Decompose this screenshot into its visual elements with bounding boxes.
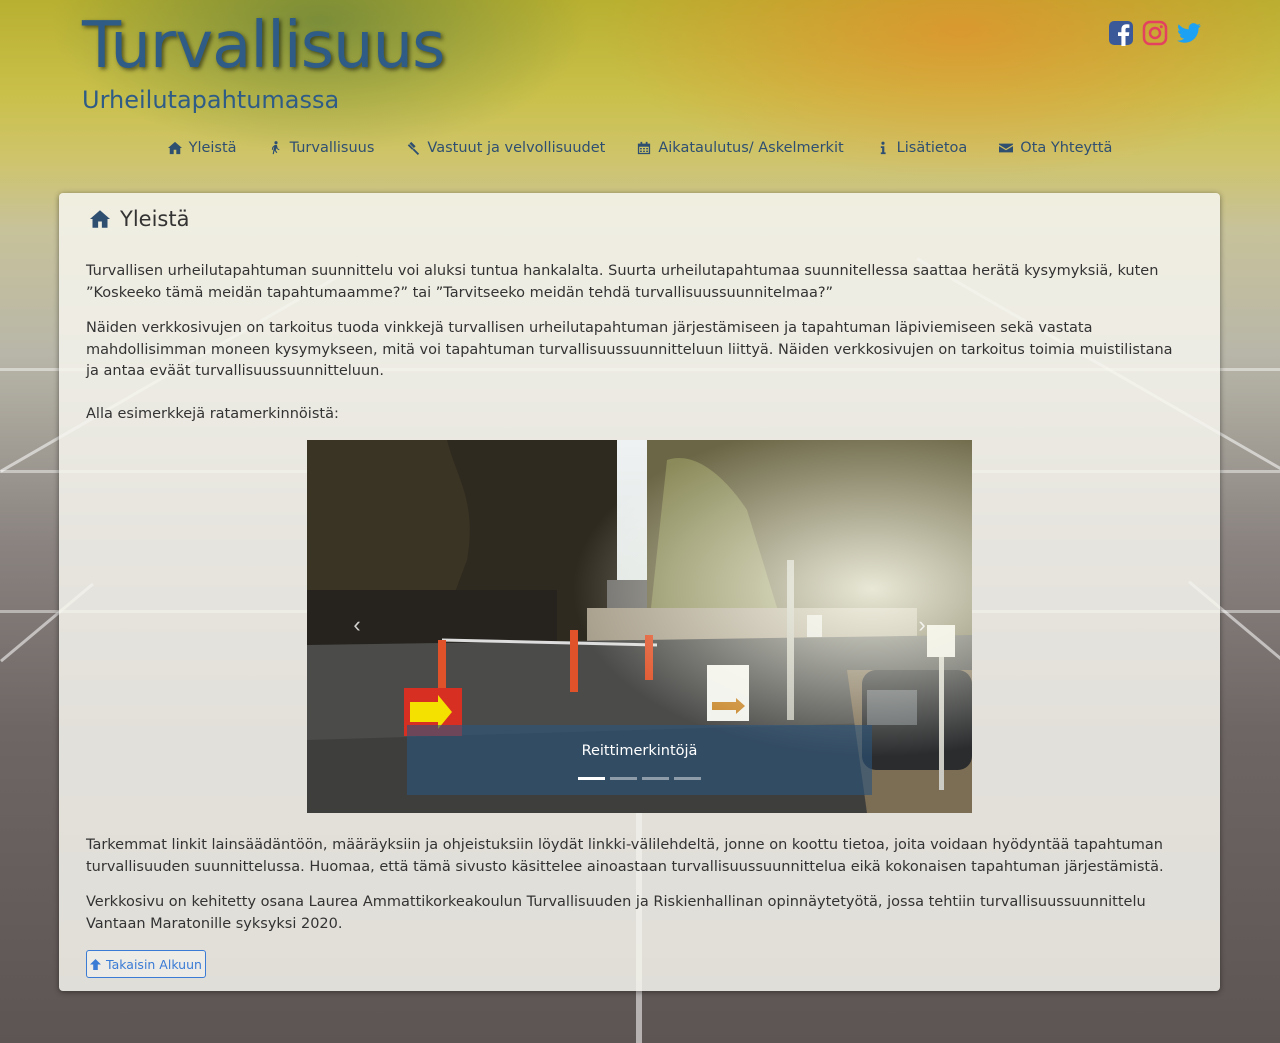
- nav-item-label: Turvallisuus: [289, 140, 375, 156]
- image-carousel[interactable]: ‹ › Reittimerkintöjä: [307, 440, 972, 813]
- intro-paragraph: Turvallisen urheilutapahtuman suunnittel…: [86, 263, 1159, 301]
- site-subtitle: Urheilutapahtumassa: [82, 86, 340, 114]
- gavel-icon: [408, 141, 420, 155]
- back-to-top-label: Takaisin Alkuun: [106, 956, 202, 972]
- arrow-up-icon: [90, 958, 102, 970]
- carousel-prev-control[interactable]: ‹: [342, 610, 372, 640]
- carousel-indicator[interactable]: [578, 777, 605, 780]
- carousel-indicators: [407, 777, 872, 780]
- nav-item-label: Vastuut ja velvollisuudet: [427, 140, 606, 156]
- info-icon: [880, 141, 886, 155]
- nav-item-ota-yhteytta[interactable]: Ota Yhteyttä: [999, 140, 1112, 156]
- nav-item-label: Aikataulutus/ Askelmerkit: [658, 140, 844, 156]
- envelope-icon: [999, 143, 1014, 153]
- home-icon: [90, 210, 110, 228]
- thesis-paragraph: Verkkosivu on kehitetty osana Laurea Amm…: [86, 894, 1146, 932]
- carousel-next-control[interactable]: ›: [907, 610, 937, 640]
- page-title: Yleistä: [120, 207, 190, 231]
- panel-heading: Yleistä: [90, 207, 189, 231]
- nav-item-aikataulutus[interactable]: Aikataulutus/ Askelmerkit: [637, 140, 844, 156]
- carousel-caption-text: Reittimerkintöjä: [581, 743, 698, 759]
- carousel-indicator[interactable]: [610, 777, 637, 780]
- content-panel: Yleistä Turvallisen urheilutapahtuman su…: [59, 193, 1220, 991]
- walking-person-icon: [271, 141, 280, 155]
- twitter-icon[interactable]: [1176, 20, 1202, 46]
- facebook-icon[interactable]: [1108, 20, 1134, 46]
- main-nav: Yleistä Turvallisuus Vastuut ja velvolli…: [0, 140, 1280, 156]
- carousel-indicator[interactable]: [674, 777, 701, 780]
- home-icon: [167, 141, 182, 155]
- social-links: [1108, 20, 1202, 46]
- examples-label: Alla esimerkkejä ratamerkinnöistä:: [86, 406, 339, 422]
- links-paragraph: Tarkemmat linkit lainsäädäntöön, määräyk…: [86, 837, 1164, 875]
- nav-item-vastuut[interactable]: Vastuut ja velvollisuudet: [406, 140, 605, 156]
- carousel-indicator[interactable]: [642, 777, 669, 780]
- nav-item-turvallisuus[interactable]: Turvallisuus: [269, 140, 375, 156]
- site-title[interactable]: Turvallisuus: [82, 6, 445, 86]
- nav-item-yleista[interactable]: Yleistä: [167, 140, 237, 156]
- site-header: Turvallisuus Urheilutapahtumassa Yleistä…: [0, 0, 1280, 190]
- instagram-icon[interactable]: [1142, 20, 1168, 46]
- nav-item-label: Yleistä: [188, 140, 237, 156]
- nav-item-label: Ota Yhteyttä: [1020, 140, 1113, 156]
- purpose-paragraph: Näiden verkkosivujen on tarkoitus tuoda …: [86, 320, 1173, 379]
- carousel-caption: Reittimerkintöjä: [407, 725, 872, 795]
- nav-item-lisatietoa[interactable]: Lisätietoa: [876, 140, 968, 156]
- nav-item-label: Lisätietoa: [896, 140, 968, 156]
- calendar-icon: [638, 141, 651, 155]
- back-to-top-button[interactable]: Takaisin Alkuun: [86, 950, 206, 978]
